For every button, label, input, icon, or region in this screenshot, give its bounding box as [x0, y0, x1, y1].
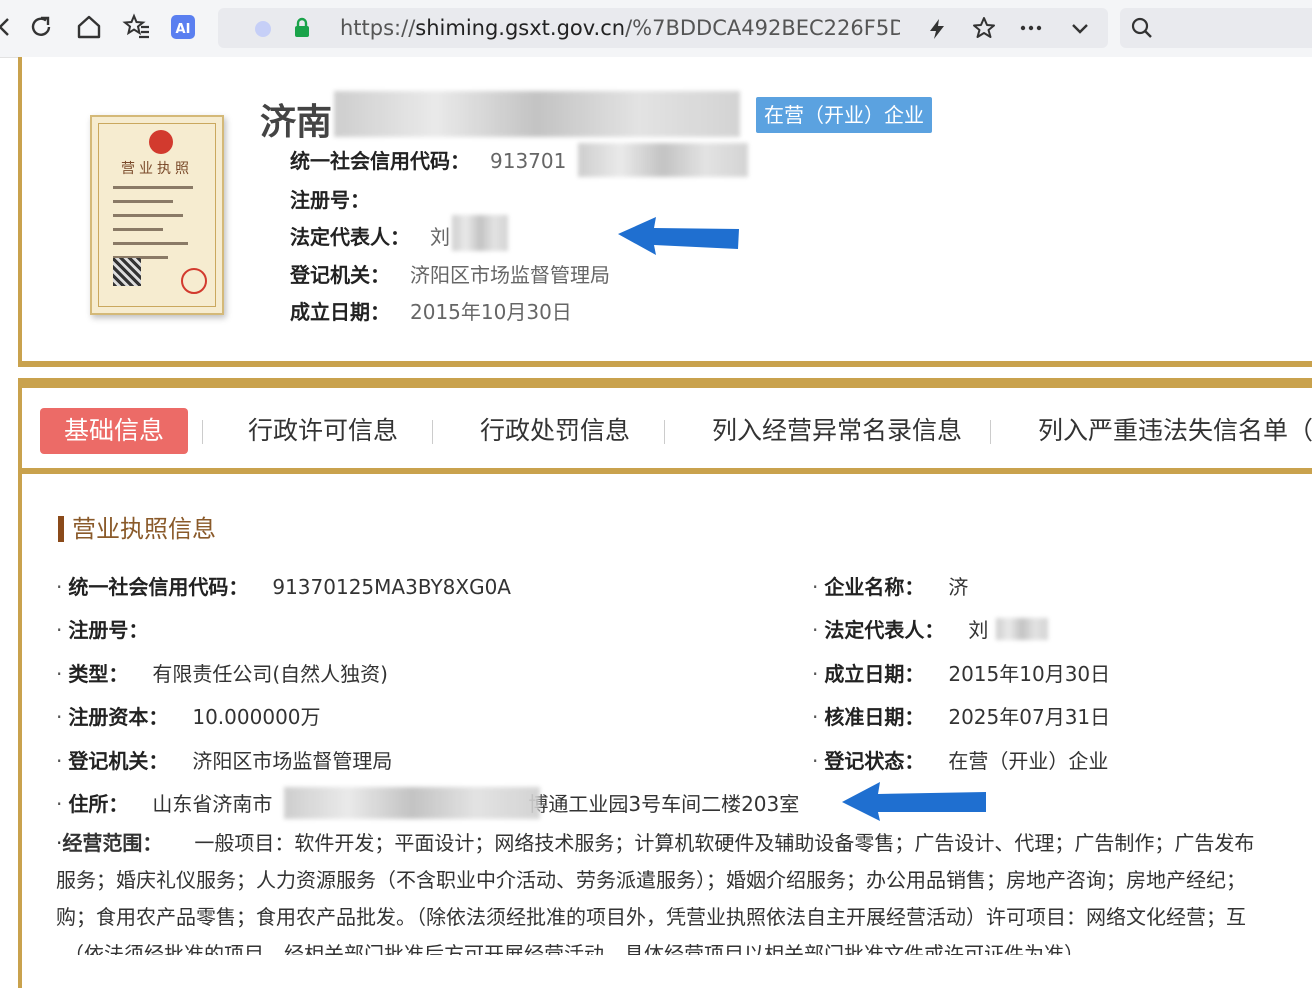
redacted-address: [284, 787, 540, 819]
svg-text:AI: AI: [176, 22, 191, 37]
qr-code-icon: [113, 258, 141, 286]
info-tabs: 基础信息 行政许可信息 行政处罚信息 列入经营异常名录信息 列入严重违法失信名单…: [22, 388, 1312, 474]
tab-admin-penalty[interactable]: 行政处罚信息: [480, 408, 630, 454]
header-credit-code-row: 统一社会信用代码： 913701: [290, 149, 567, 173]
field-registration-status: · 登记状态： 在营（开业）企业: [812, 749, 1109, 773]
header-reg-number-row: 注册号：: [290, 188, 370, 212]
section-title: 营业执照信息: [58, 516, 216, 542]
national-emblem-icon: [149, 130, 173, 154]
redacted-legal-rep-detail: [996, 618, 1048, 640]
site-info-icon[interactable]: [252, 18, 274, 40]
lock-icon: [295, 17, 309, 37]
header-establish-date-row: 成立日期： 2015年10月30日: [290, 300, 572, 324]
field-reg-number: · 注册号：: [56, 618, 149, 642]
field-type: · 类型： 有限责任公司(自然人独资): [56, 662, 388, 686]
back-icon[interactable]: [0, 12, 20, 42]
redacted-credit-code: [578, 143, 748, 177]
redacted-company-name: [334, 91, 740, 137]
field-business-scope: ·经营范围： 一般项目：软件开发；平面设计；网络技术服务；计算机软硬件及辅助设备零…: [56, 831, 1255, 955]
more-icon[interactable]: [1018, 16, 1044, 40]
browser-toolbar: AI https://shiming.gsxt.gov.cn/%7BDDCA49…: [0, 0, 1312, 58]
header-legal-rep-row: 法定代表人：刘: [290, 225, 450, 249]
seal-icon: [181, 268, 207, 294]
search-box[interactable]: [1120, 8, 1312, 48]
star-icon[interactable]: [972, 16, 996, 40]
address-bar[interactable]: https://shiming.gsxt.gov.cn/%7BDDCA492BE…: [218, 8, 1108, 48]
header-registration-authority-row: 登记机关： 济阳区市场监督管理局: [290, 263, 610, 287]
field-approval-date: · 核准日期： 2025年07月31日: [812, 705, 1111, 729]
company-name: 济南: [260, 102, 333, 143]
tab-serious-violation[interactable]: 列入严重违法失信名单（黑: [1038, 408, 1312, 454]
tab-basic-info[interactable]: 基础信息: [40, 408, 189, 454]
field-legal-rep: · 法定代表人：刘: [812, 618, 989, 642]
tab-admin-license[interactable]: 行政许可信息: [248, 408, 398, 454]
field-company-name: · 企业名称：济: [812, 575, 969, 599]
field-registration-authority: · 登记机关： 济阳区市场监督管理局: [56, 749, 393, 773]
page-content: 营业执照 济南 在营（开业）企业 统一社会信用代码： 913701 注册号： 法定…: [0, 57, 1312, 988]
ai-icon[interactable]: AI: [168, 12, 198, 42]
url-text[interactable]: https://shiming.gsxt.gov.cn/%7BDDCA492BE…: [340, 16, 900, 40]
search-icon[interactable]: [1130, 16, 1154, 40]
license-emblem-text: 营业执照: [121, 161, 193, 177]
business-license-image[interactable]: 营业执照: [90, 115, 224, 315]
annotation-arrow-legal-rep: [618, 217, 739, 255]
field-establish-date: · 成立日期： 2015年10月30日: [812, 662, 1111, 686]
annotation-arrow-address: [842, 782, 986, 821]
home-icon[interactable]: [74, 12, 104, 42]
chevron-down-icon[interactable]: [1068, 16, 1092, 40]
field-registered-capital: · 注册资本： 10.000000万: [56, 705, 321, 729]
field-credit-code: · 统一社会信用代码： 91370125MA3BY8XG0A: [56, 575, 511, 599]
lightning-icon[interactable]: [926, 17, 948, 41]
status-badge: 在营（开业）企业: [756, 97, 932, 133]
company-header-card: 营业执照 济南 在营（开业）企业 统一社会信用代码： 913701 注册号： 法定…: [18, 57, 1312, 367]
basic-info-card: 基础信息 行政许可信息 行政处罚信息 列入经营异常名录信息 列入严重违法失信名单…: [18, 378, 1312, 988]
refresh-icon[interactable]: [26, 12, 56, 42]
favorites-list-icon[interactable]: [122, 12, 152, 42]
tab-abnormal-operation[interactable]: 列入经营异常名录信息: [712, 408, 962, 454]
redacted-legal-rep: [452, 215, 508, 251]
